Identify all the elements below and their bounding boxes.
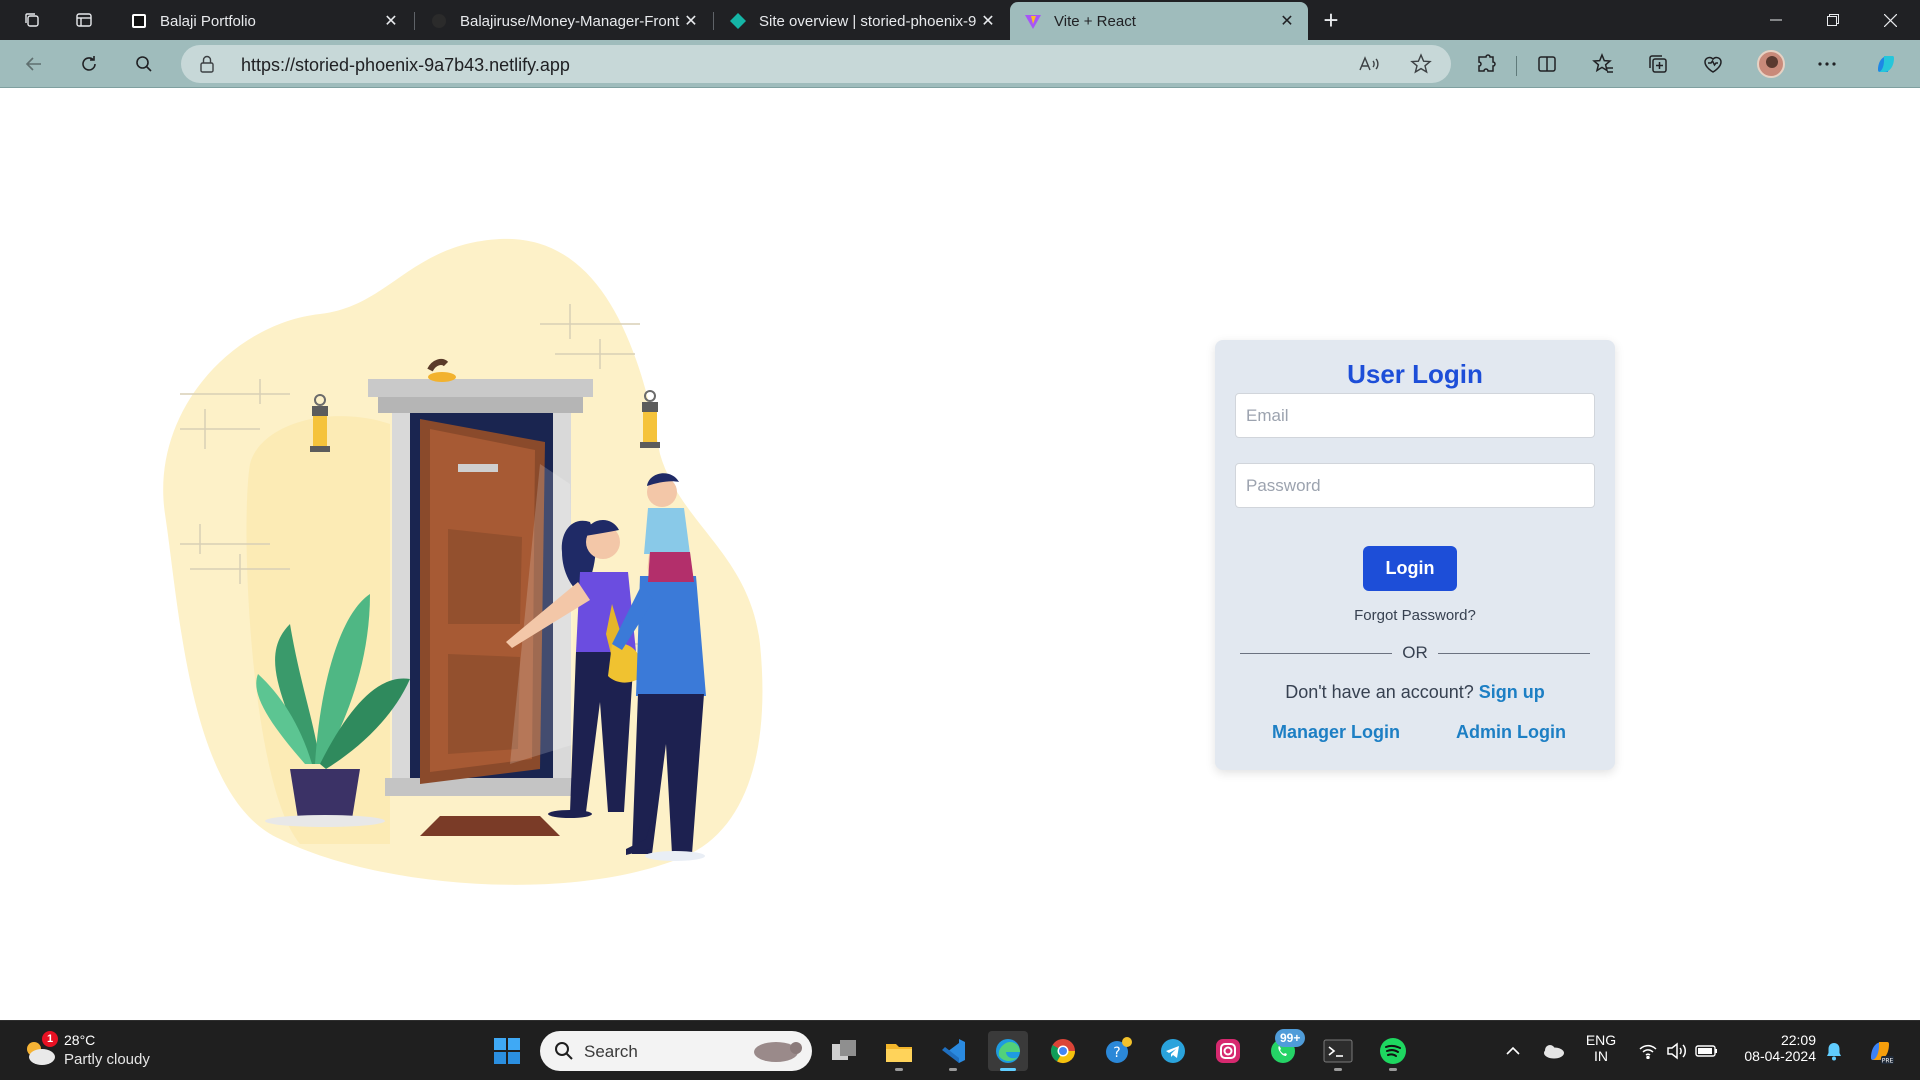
edge-browser-icon[interactable] xyxy=(988,1031,1028,1071)
close-tab-icon[interactable]: ✕ xyxy=(380,10,402,32)
whatsapp-unread-badge: 99+ xyxy=(1275,1029,1306,1047)
family-at-door-illustration xyxy=(163,238,763,885)
task-view-icon[interactable] xyxy=(824,1031,864,1071)
close-tab-icon[interactable]: ✕ xyxy=(977,10,999,32)
reload-icon[interactable] xyxy=(73,48,105,80)
spotify-icon[interactable] xyxy=(1373,1031,1413,1071)
profile-avatar[interactable] xyxy=(1757,50,1785,78)
user-login-card: User Login Login Forgot Password? OR Don… xyxy=(1215,340,1615,770)
instagram-icon[interactable] xyxy=(1208,1031,1248,1071)
tab-title: Site overview | storied-phoenix-9 xyxy=(759,12,977,30)
signup-prompt: Don't have an account? Sign up xyxy=(1215,682,1615,703)
clock[interactable]: 22:09 08-04-2024 xyxy=(1730,1032,1816,1064)
search-highlight-icon xyxy=(754,1042,802,1062)
weather-temperature: 28°C xyxy=(64,1032,96,1048)
clock-date: 08-04-2024 xyxy=(1744,1048,1816,1064)
browser-tab-strip: Balaji Portfolio ✕ Balajiruse/Money-Mana… xyxy=(0,0,1920,40)
favorites-icon[interactable] xyxy=(1587,48,1619,80)
region-code: IN xyxy=(1594,1048,1608,1064)
terminal-icon[interactable] xyxy=(1318,1031,1358,1071)
more-options-icon[interactable] xyxy=(1811,48,1843,80)
collections-icon[interactable] xyxy=(1642,48,1674,80)
or-divider: OR xyxy=(1240,643,1590,663)
search-label: Search xyxy=(584,1042,638,1061)
running-indicator xyxy=(1000,1068,1016,1071)
tab-github-repo[interactable]: Balajiruse/Money-Manager-Front ✕ xyxy=(416,2,712,40)
email-field[interactable] xyxy=(1235,393,1595,438)
admin-login-link[interactable]: Admin Login xyxy=(1456,722,1566,743)
tab-title: Balaji Portfolio xyxy=(160,12,256,30)
tab-actions-icon[interactable] xyxy=(68,6,100,34)
tab-netlify-site-overview[interactable]: Site overview | storied-phoenix-9 ✕ xyxy=(715,2,1009,40)
tab-separator xyxy=(713,12,714,30)
no-account-text: Don't have an account? xyxy=(1285,682,1474,702)
show-hidden-icons-chevron-up-icon[interactable] xyxy=(1493,1031,1533,1071)
tab-balaji-portfolio[interactable]: Balaji Portfolio ✕ xyxy=(116,2,412,40)
taskbar-search[interactable]: Search xyxy=(540,1031,812,1071)
search-icon[interactable] xyxy=(128,48,160,80)
restore-icon[interactable] xyxy=(1805,0,1861,40)
clock-time: 22:09 xyxy=(1780,1032,1816,1048)
svg-text:PRE: PRE xyxy=(1882,1058,1894,1065)
tab-separator xyxy=(414,12,415,30)
copilot-pre-icon[interactable]: PRE xyxy=(1860,1031,1900,1071)
onedrive-cloud-icon[interactable] xyxy=(1533,1031,1573,1071)
notion-style-page-icon xyxy=(130,12,148,30)
favorite-star-icon[interactable] xyxy=(1409,53,1433,75)
read-aloud-icon[interactable] xyxy=(1357,53,1381,75)
new-tab-button[interactable]: + xyxy=(1316,5,1346,35)
windows-taskbar: 1 28°C Partly cloudy Search ? 99+ ENG IN… xyxy=(0,1020,1920,1080)
manager-login-link[interactable]: Manager Login xyxy=(1272,722,1400,743)
browser-essentials-icon[interactable] xyxy=(1697,48,1729,80)
vscode-icon[interactable] xyxy=(933,1031,973,1071)
url-text[interactable]: https://storied-phoenix-9a7b43.netlify.a… xyxy=(241,55,570,76)
toolbar-separator xyxy=(1516,56,1517,76)
back-icon[interactable] xyxy=(18,48,50,80)
signup-link[interactable]: Sign up xyxy=(1479,682,1545,702)
chrome-icon[interactable] xyxy=(1043,1031,1083,1071)
split-screen-icon[interactable] xyxy=(1531,48,1563,80)
running-indicator xyxy=(1334,1068,1342,1071)
netlify-icon xyxy=(729,12,747,30)
tab-vite-react[interactable]: Vite + React ✕ xyxy=(1010,2,1308,40)
windows-start-icon[interactable] xyxy=(487,1031,527,1071)
tab-title: Vite + React xyxy=(1054,12,1136,30)
lock-icon[interactable] xyxy=(199,54,215,79)
battery-icon[interactable] xyxy=(1687,1031,1727,1071)
weather-widget[interactable]: 1 28°C Partly cloudy xyxy=(20,1031,180,1071)
file-explorer-icon[interactable] xyxy=(879,1031,919,1071)
weather-condition: Partly cloudy xyxy=(64,1051,150,1068)
close-tab-icon[interactable]: ✕ xyxy=(1276,10,1298,32)
notification-bell-icon[interactable] xyxy=(1814,1031,1854,1071)
help-icon[interactable]: ? xyxy=(1098,1031,1138,1071)
running-indicator xyxy=(1389,1068,1397,1071)
language-code: ENG xyxy=(1585,1032,1617,1048)
telegram-icon[interactable] xyxy=(1153,1031,1193,1071)
login-title: User Login xyxy=(1347,359,1483,389)
page-content: User Login Login Forgot Password? OR Don… xyxy=(0,89,1920,1020)
language-indicator[interactable]: ENG IN xyxy=(1578,1032,1624,1064)
workspaces-icon[interactable] xyxy=(16,6,48,34)
password-field[interactable] xyxy=(1235,463,1595,508)
search-icon xyxy=(555,1042,573,1060)
tab-title: Balajiruse/Money-Manager-Front xyxy=(460,12,680,30)
running-indicator xyxy=(949,1068,957,1071)
browser-toolbar: https://storied-phoenix-9a7b43.netlify.a… xyxy=(0,40,1920,88)
vite-icon xyxy=(1024,12,1042,30)
close-window-icon[interactable] xyxy=(1862,0,1918,40)
minimize-icon[interactable] xyxy=(1748,0,1804,40)
divider-line-right xyxy=(1438,653,1590,654)
svg-text:?: ? xyxy=(1113,1045,1120,1061)
running-indicator xyxy=(895,1068,903,1071)
address-bar[interactable]: https://storied-phoenix-9a7b43.netlify.a… xyxy=(181,45,1451,83)
weather-notification-badge: 1 xyxy=(42,1031,58,1047)
forgot-password-link[interactable]: Forgot Password? xyxy=(1215,607,1615,624)
close-tab-icon[interactable]: ✕ xyxy=(680,10,702,32)
github-icon xyxy=(430,12,448,30)
login-button[interactable]: Login xyxy=(1363,546,1457,591)
extensions-icon[interactable] xyxy=(1470,48,1502,80)
copilot-icon[interactable] xyxy=(1870,48,1902,80)
